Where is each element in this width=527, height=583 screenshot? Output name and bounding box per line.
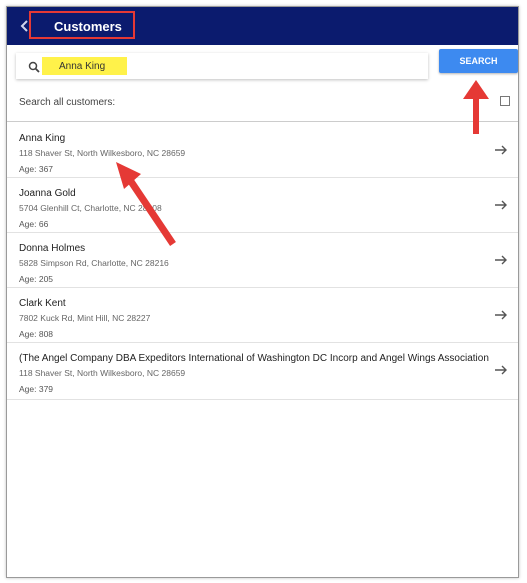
search-icon bbox=[28, 60, 40, 73]
customer-address: 118 Shaver St, North Wilkesboro, NC 2865… bbox=[19, 368, 186, 378]
customer-address: 5704 Glenhill Ct, Charlotte, NC 28208 bbox=[19, 203, 162, 213]
customer-name: Donna Holmes bbox=[19, 243, 86, 254]
customer-age: Age: 66 bbox=[19, 219, 49, 229]
customer-row[interactable]: (The Angel Company DBA Expeditors Intern… bbox=[7, 343, 518, 400]
customer-row[interactable]: Donna Holmes 5828 Simpson Rd, Charlotte,… bbox=[7, 233, 518, 288]
app-header: Customers bbox=[7, 7, 518, 45]
search-all-label: Search all customers: bbox=[19, 97, 116, 108]
customer-age: Age: 205 bbox=[19, 274, 54, 284]
arrow-right-icon[interactable] bbox=[494, 143, 508, 157]
app-window: Customers SEARCH Search all customers: A… bbox=[6, 6, 519, 578]
customer-row[interactable]: Joanna Gold 5704 Glenhill Ct, Charlotte,… bbox=[7, 178, 518, 233]
customer-address: 5828 Simpson Rd, Charlotte, NC 28216 bbox=[19, 258, 169, 268]
customer-name: Anna King bbox=[19, 133, 66, 144]
arrow-right-icon[interactable] bbox=[494, 308, 508, 322]
page-title: Customers bbox=[54, 19, 122, 34]
customer-name: Clark Kent bbox=[19, 298, 66, 309]
customer-address: 7802 Kuck Rd, Mint Hill, NC 28227 bbox=[19, 313, 151, 323]
customer-row[interactable]: Clark Kent 7802 Kuck Rd, Mint Hill, NC 2… bbox=[7, 288, 518, 343]
customer-name: Joanna Gold bbox=[19, 188, 76, 199]
customer-age: Age: 808 bbox=[19, 329, 54, 339]
customer-name: (The Angel Company DBA Expeditors Intern… bbox=[19, 353, 489, 364]
customer-address: 118 Shaver St, North Wilkesboro, NC 2865… bbox=[19, 148, 186, 158]
search-bar bbox=[16, 53, 428, 79]
search-input[interactable] bbox=[42, 57, 127, 75]
arrow-right-icon[interactable] bbox=[494, 198, 508, 212]
search-all-checkbox[interactable] bbox=[500, 96, 510, 106]
search-button[interactable]: SEARCH bbox=[439, 49, 518, 73]
customer-age: Age: 367 bbox=[19, 164, 54, 174]
arrow-right-icon[interactable] bbox=[494, 363, 508, 377]
customer-age: Age: 379 bbox=[19, 384, 54, 394]
customer-row[interactable]: Anna King 118 Shaver St, North Wilkesbor… bbox=[7, 123, 518, 178]
divider bbox=[7, 121, 518, 122]
arrow-right-icon[interactable] bbox=[494, 253, 508, 267]
customer-list: Anna King 118 Shaver St, North Wilkesbor… bbox=[7, 123, 518, 400]
